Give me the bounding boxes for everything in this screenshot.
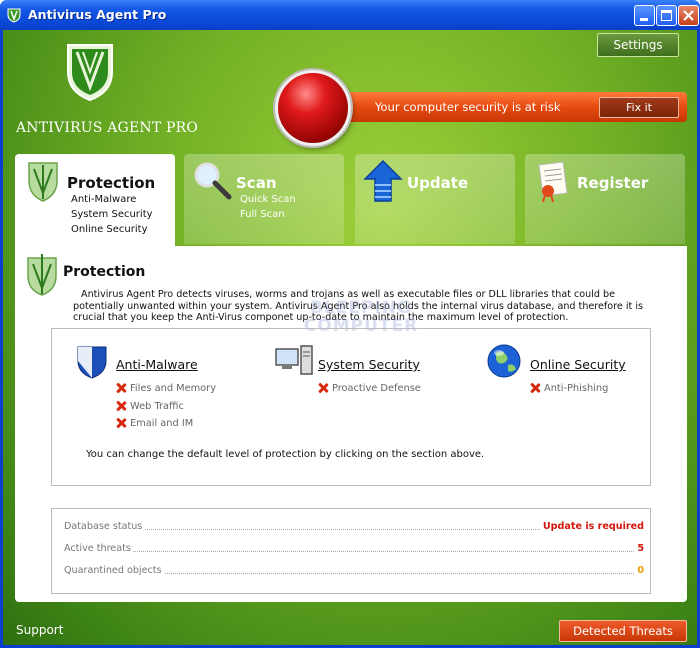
x-icon (116, 418, 126, 428)
feature-item: Anti-Phishing (530, 383, 608, 394)
status-label: Active threats (64, 543, 133, 554)
status-label: Database status (64, 521, 145, 532)
feature-item: Files and Memory (116, 383, 216, 394)
certificate-icon (538, 161, 568, 203)
tab-scan-sub-quick-scan[interactable]: Quick Scan (240, 194, 296, 205)
x-icon (116, 383, 126, 393)
computer-icon (275, 345, 313, 375)
feature-item: Web Traffic (116, 401, 184, 412)
status-row-quarantined: Quarantined objects 0 (64, 565, 644, 579)
protection-hint: You can change the default level of prot… (86, 449, 485, 460)
tab-protection-sub-system-security[interactable]: System Security (71, 209, 153, 220)
x-icon (530, 383, 540, 393)
feature-system-security-title[interactable]: System Security (318, 357, 420, 372)
x-icon (116, 401, 126, 411)
maximize-icon (661, 10, 672, 21)
feature-item: Proactive Defense (318, 383, 421, 394)
tab-register-label: Register (577, 174, 649, 192)
maximize-button[interactable] (656, 5, 677, 26)
status-value[interactable]: 5 (634, 543, 644, 554)
alert-orb-icon (275, 70, 351, 146)
main-area: ANTIVIRUS AGENT PRO Settings Your comput… (3, 30, 697, 645)
tab-update-label: Update (407, 174, 469, 192)
tab-scan-sub-full-scan[interactable]: Full Scan (240, 209, 285, 220)
tab-scan[interactable]: Scan Quick Scan Full Scan (184, 154, 344, 244)
close-button[interactable] (678, 5, 699, 26)
tab-register[interactable]: Register (525, 154, 685, 244)
tab-protection[interactable]: Protection Anti-Malware System Security … (15, 154, 175, 246)
feature-online-security-title[interactable]: Online Security (530, 357, 626, 372)
globe-icon (487, 344, 521, 378)
tab-update[interactable]: Update (355, 154, 515, 244)
logo-shield-icon (67, 44, 113, 102)
status-label: Quarantined objects (64, 565, 164, 576)
alert-text: Your computer security is at risk (375, 100, 561, 114)
detected-threats-button[interactable]: Detected Threats (559, 620, 687, 642)
fix-it-button[interactable]: Fix it (599, 97, 679, 118)
status-box: Database status Update is required Activ… (51, 508, 651, 594)
features-box: Anti-Malware Files and Memory Web Traffi… (51, 328, 651, 486)
status-row-database: Database status Update is required (64, 521, 644, 535)
status-value[interactable]: Update is required (539, 521, 644, 532)
tab-protection-label: Protection (67, 174, 156, 192)
app-shield-icon (7, 8, 21, 23)
app-window: Antivirus Agent Pro ANTIVIRUS AGENT PRO … (0, 0, 700, 648)
support-link[interactable]: Support (16, 623, 63, 637)
magnifier-icon (194, 162, 232, 200)
shield-icon (27, 254, 57, 296)
section-title: Protection (63, 264, 146, 280)
settings-button[interactable]: Settings (597, 33, 679, 57)
security-alert-bar: Your computer security is at risk Fix it (345, 92, 687, 122)
content-panel: Protection Antivirus Agent Pro detects v… (15, 246, 687, 602)
brand-name: ANTIVIRUS AGENT PRO (16, 120, 199, 136)
close-icon (683, 10, 694, 21)
tab-scan-label: Scan (236, 174, 277, 192)
shield-blue-icon (77, 346, 107, 379)
feature-anti-malware-title[interactable]: Anti-Malware (116, 357, 198, 372)
tab-protection-sub-anti-malware[interactable]: Anti-Malware (71, 194, 136, 205)
minimize-icon (640, 18, 648, 21)
title-bar[interactable]: Antivirus Agent Pro (0, 0, 700, 30)
status-row-active-threats: Active threats 5 (64, 543, 644, 557)
status-value[interactable]: 0 (634, 565, 644, 576)
x-icon (318, 383, 328, 393)
up-arrow-icon (363, 159, 403, 202)
tab-protection-sub-online-security[interactable]: Online Security (71, 224, 148, 235)
window-title: Antivirus Agent Pro (28, 7, 167, 22)
minimize-button[interactable] (634, 5, 655, 26)
feature-item: Email and IM (116, 418, 193, 429)
shield-icon (28, 162, 58, 202)
